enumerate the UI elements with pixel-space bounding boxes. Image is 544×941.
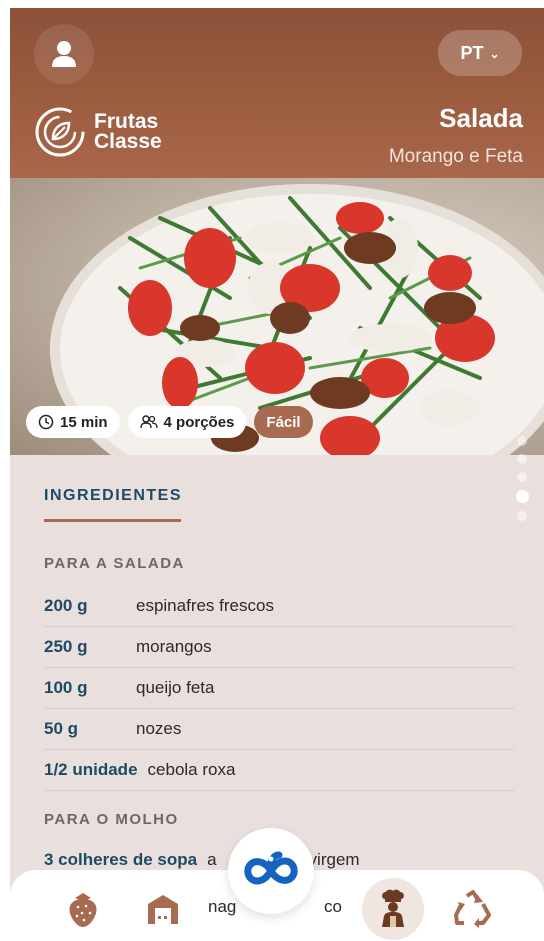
- servings-badge: 4 porções: [127, 406, 247, 438]
- ingredient-row: 250 g morangos: [44, 627, 514, 668]
- carousel-dot[interactable]: [517, 472, 527, 482]
- difficulty-badge: Fácil: [254, 406, 313, 438]
- app-screen: PT ⌄ Frutas Classe Salada Morango e Feta: [10, 8, 544, 941]
- people-icon: [139, 415, 158, 429]
- home-center-button[interactable]: [228, 828, 314, 914]
- nav-chef[interactable]: [362, 878, 424, 940]
- logo-loop-icon: [244, 851, 298, 885]
- language-selector[interactable]: PT ⌄: [438, 30, 522, 76]
- leaf-logo-icon: [35, 107, 85, 157]
- store-icon: [148, 895, 178, 924]
- section-title: PARA A SALADA: [44, 555, 185, 572]
- servings-label: 4 porções: [163, 413, 235, 431]
- ingredient-qty: 100 g: [44, 678, 88, 697]
- ingredient-name: nozes: [136, 719, 182, 738]
- recipe-subtitle: Morango e Feta: [388, 146, 523, 167]
- brand-logo: Frutas Classe: [34, 106, 162, 158]
- chevron-down-icon: ⌄: [489, 47, 500, 61]
- ingredient-name: a: [207, 850, 217, 869]
- ingredient-qty: 3 colheres de sopa: [44, 850, 198, 869]
- ingredient-name: morangos: [136, 637, 212, 656]
- recipe-title: Salada: [439, 103, 523, 133]
- ingredient-qty: 200 g: [44, 596, 88, 615]
- ingredient-name-tail: virgem: [308, 850, 360, 869]
- recipe-meta: 15 min 4 porções Fácil: [26, 406, 313, 438]
- chef-icon: [382, 889, 404, 927]
- ingredient-qty: 50 g: [44, 719, 79, 738]
- ingredient-name: espinafres frescos: [136, 596, 274, 615]
- ingredient-row: 50 g nozes: [44, 709, 514, 750]
- brand-line2: Classe: [94, 130, 162, 153]
- clock-icon: [38, 414, 54, 430]
- ingredient-row: 200 g espinafres frescos: [44, 586, 514, 627]
- carousel-indicator[interactable]: [516, 436, 529, 521]
- ingredient-row: 1/2 unidade cebola roxa: [44, 750, 514, 791]
- time-badge: 15 min: [26, 406, 120, 438]
- ingredient-name: cebola roxa: [147, 760, 236, 779]
- language-label: PT: [460, 42, 484, 63]
- carousel-dot[interactable]: [517, 454, 527, 464]
- ingredient-row: 100 g queijo feta: [44, 668, 514, 709]
- user-icon: [52, 41, 76, 67]
- section-title: PARA O MOLHO: [44, 811, 179, 828]
- strawberry-icon: [69, 893, 97, 927]
- carousel-dot-active[interactable]: [516, 490, 529, 503]
- ingredient-qty: 1/2 unidade: [44, 760, 138, 779]
- recycle-icon: [454, 890, 491, 928]
- ingredients-panel: INGREDIENTES PARA A SALADA 200 g espinaf…: [44, 455, 514, 870]
- ingredient-qty: 250 g: [44, 637, 88, 656]
- tab-ingredients[interactable]: INGREDIENTES: [44, 487, 514, 505]
- nav-store[interactable]: [138, 884, 188, 934]
- nav-recycle[interactable]: [448, 884, 498, 934]
- header: PT ⌄ Frutas Classe Salada Morango e Feta: [10, 8, 544, 178]
- carousel-dot[interactable]: [517, 511, 527, 521]
- time-label: 15 min: [60, 413, 108, 431]
- profile-button[interactable]: [34, 24, 94, 84]
- nav-partial-text: nag: [208, 897, 237, 916]
- tab-underline: [44, 519, 181, 522]
- ingredient-name: queijo feta: [136, 678, 215, 697]
- carousel-dot[interactable]: [517, 436, 527, 446]
- nav-partial-text-2: co: [324, 897, 342, 916]
- brand-line1: Frutas: [94, 110, 159, 133]
- brand-name: Frutas Classe: [94, 110, 162, 153]
- nav-fruits[interactable]: [58, 884, 108, 934]
